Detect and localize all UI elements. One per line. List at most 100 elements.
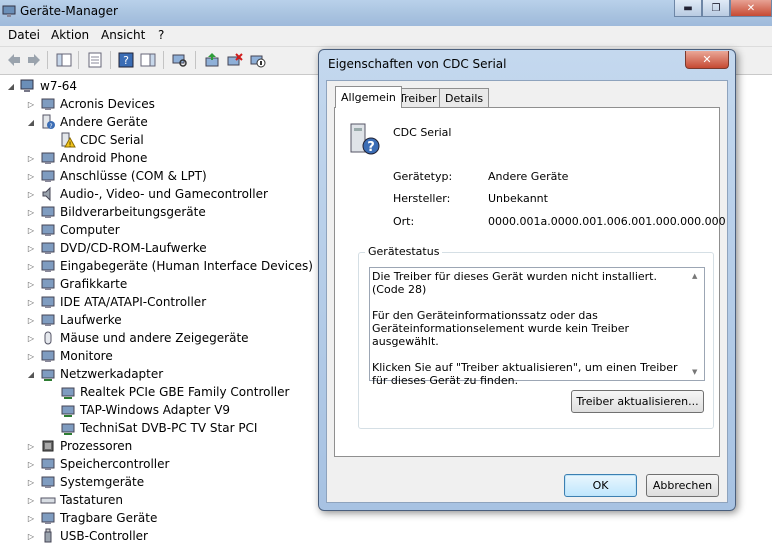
scroll-up-icon[interactable]: ▲ (692, 272, 697, 280)
display-adapter-icon (41, 278, 55, 290)
svg-text:?: ? (123, 54, 129, 67)
expand-icon[interactable]: ▷ (26, 154, 36, 163)
properties-sheet-icon[interactable] (87, 52, 103, 68)
update-driver-button[interactable]: Treiber aktualisieren... (571, 390, 704, 413)
expand-icon[interactable]: ▷ (26, 514, 36, 523)
status-scrollbar[interactable]: ▲ ▼ (688, 268, 704, 380)
tab-allgemein[interactable]: Allgemein (335, 86, 402, 108)
close-window-button[interactable]: ✕ (730, 0, 772, 17)
device-status-textbox[interactable]: Die Treiber für dieses Gerät wurden nich… (369, 267, 705, 387)
tree-item[interactable]: ◢? Andere Geräte (26, 113, 148, 131)
tree-item[interactable]: ▷ Acronis Devices (26, 95, 155, 113)
tree-item-label: Laufwerke (60, 313, 122, 327)
tree-item[interactable]: ▷ Monitore (26, 347, 113, 365)
back-arrow-icon[interactable] (6, 52, 22, 68)
tree-item[interactable]: ▷ Laufwerke (26, 311, 122, 329)
action-pane-icon[interactable] (140, 52, 156, 68)
expand-icon[interactable]: ▷ (26, 190, 36, 199)
menu-help[interactable]: ? (158, 28, 164, 42)
tree-item-label: IDE ATA/ATAPI-Controller (60, 295, 207, 309)
tree-item[interactable]: ▷ Prozessoren (26, 437, 132, 455)
mouse-icon (44, 331, 52, 345)
dialog-close-button[interactable]: ✕ (685, 51, 729, 69)
expand-icon[interactable]: ▷ (26, 478, 36, 487)
tree-root[interactable]: ◢ w7-64 (6, 77, 77, 95)
expand-icon[interactable]: ▷ (26, 244, 36, 253)
expand-icon[interactable]: ▷ (26, 352, 36, 361)
tree-item-label: Bildverarbeitungsgeräte (60, 205, 206, 219)
dialog-body: Allgemein Treiber Details ? CDC Serial G… (326, 80, 728, 503)
tree-item[interactable]: ▷ IDE ATA/ATAPI-Controller (26, 293, 206, 311)
expand-icon[interactable]: ▷ (26, 298, 36, 307)
uninstall-device-icon[interactable] (227, 52, 243, 68)
expand-icon[interactable]: ▷ (26, 172, 36, 181)
menu-bar: Datei Aktion Ansicht ? (0, 26, 772, 47)
disk-drive-icon (41, 314, 55, 326)
tree-item[interactable]: ▷ Tastaturen (26, 491, 123, 509)
tree-item[interactable]: ▷ Audio-, Video- und Gamecontroller (26, 185, 268, 203)
tree-item[interactable]: ▷ DVD/CD-ROM-Laufwerke (26, 239, 207, 257)
ok-button[interactable]: OK (564, 474, 637, 497)
usb-icon (44, 528, 52, 543)
tree-item-label: Mäuse und andere Zeigegeräte (60, 331, 249, 345)
tree-item-label: Systemgeräte (60, 475, 145, 489)
tree-item-label: TechniSat DVB-PC TV Star PCI (80, 421, 258, 435)
expand-icon[interactable]: ▷ (26, 280, 36, 289)
phone-icon (41, 152, 55, 164)
expand-icon[interactable]: ▷ (26, 262, 36, 271)
tree-item[interactable]: ▷ Grafikkarte (26, 275, 127, 293)
show-hide-console-tree-icon[interactable] (56, 52, 72, 68)
expand-icon[interactable]: ▷ (26, 442, 36, 451)
expand-icon[interactable]: ▷ (26, 100, 36, 109)
tree-item[interactable]: ▷ Systemgeräte (26, 473, 144, 491)
tree-item[interactable]: ▷ USB-Controller (26, 527, 148, 545)
storage-controller-icon (41, 458, 55, 470)
tree-item-label: TAP-Windows Adapter V9 (80, 403, 231, 417)
expand-icon[interactable]: ▷ (26, 532, 36, 541)
forward-arrow-icon[interactable] (26, 52, 42, 68)
expand-icon[interactable]: ▷ (26, 334, 36, 343)
unknown-device-icon: ? (350, 123, 380, 155)
tree-item[interactable]: ▷ Mäuse und andere Zeigegeräte (26, 329, 249, 347)
tree-item[interactable]: Realtek PCIe GBE Family Controller (46, 383, 289, 401)
maximize-button[interactable]: ❐ (702, 0, 730, 17)
update-driver-icon[interactable] (204, 52, 220, 68)
menu-aktion[interactable]: Aktion (51, 28, 89, 42)
expand-icon[interactable]: ▷ (26, 496, 36, 505)
menu-datei[interactable]: Datei (8, 28, 40, 42)
collapse-icon[interactable]: ◢ (6, 82, 16, 91)
expand-icon[interactable]: ▷ (26, 226, 36, 235)
menu-ansicht[interactable]: Ansicht (101, 28, 145, 42)
tree-item[interactable]: ▷ Android Phone (26, 149, 147, 167)
tree-item[interactable]: ▷ Bildverarbeitungsgeräte (26, 203, 206, 221)
warning-device-icon: ! (61, 132, 76, 149)
tree-item[interactable]: ! CDC Serial (46, 131, 144, 149)
scroll-down-icon[interactable]: ▼ (692, 368, 697, 376)
tree-item[interactable]: TAP-Windows Adapter V9 (46, 401, 230, 419)
tree-item[interactable]: ◢ Netzwerkadapter (26, 365, 163, 383)
collapse-icon[interactable]: ◢ (26, 118, 36, 127)
tree-item[interactable]: ▷ Computer (26, 221, 120, 239)
svg-text:!: ! (69, 141, 72, 149)
hid-icon (41, 260, 55, 272)
expand-icon[interactable]: ▷ (26, 460, 36, 469)
collapse-icon[interactable]: ◢ (26, 370, 36, 379)
tree-item[interactable]: ▷ Anschlüsse (COM & LPT) (26, 167, 207, 185)
cancel-button[interactable]: Abbrechen (646, 474, 719, 497)
disable-device-icon[interactable] (250, 52, 266, 68)
minimize-button[interactable]: ▬ (674, 0, 702, 17)
network-adapter-icon (61, 423, 75, 435)
port-icon (41, 170, 55, 182)
tree-item[interactable]: ▷ Tragbare Geräte (26, 509, 157, 527)
tab-details[interactable]: Details (439, 88, 490, 107)
tree-item[interactable]: ▷ Eingabegeräte (Human Interface Devices) (26, 257, 313, 275)
tree-item[interactable]: ▷ Speichercontroller (26, 455, 170, 473)
computer-icon (41, 224, 55, 236)
help-icon[interactable]: ? (118, 52, 134, 68)
tree-item[interactable]: TechniSat DVB-PC TV Star PCI (46, 419, 257, 437)
svg-text:?: ? (367, 140, 375, 155)
scan-hardware-icon[interactable] (172, 52, 188, 68)
prop-value-hersteller: Unbekannt (488, 192, 548, 205)
expand-icon[interactable]: ▷ (26, 316, 36, 325)
expand-icon[interactable]: ▷ (26, 208, 36, 217)
